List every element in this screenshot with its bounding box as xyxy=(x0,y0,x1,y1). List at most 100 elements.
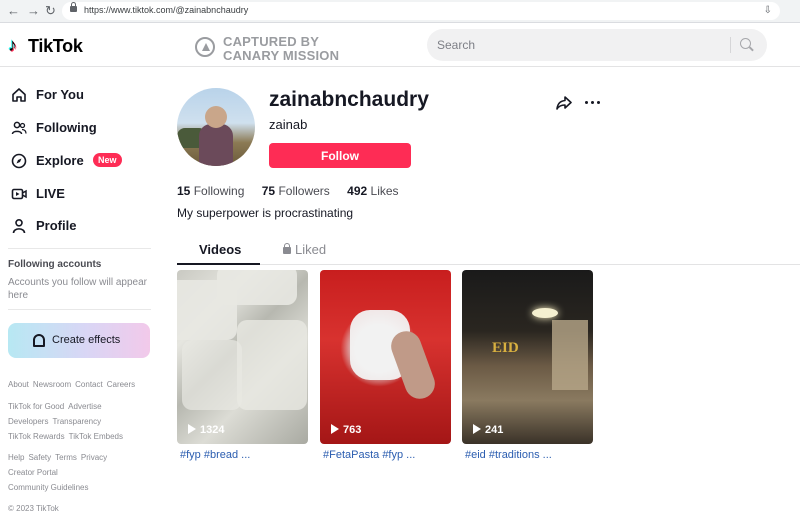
view-count: 763 xyxy=(331,424,361,436)
avatar[interactable] xyxy=(177,88,255,166)
search-divider xyxy=(730,37,731,53)
avatar-figure-head xyxy=(205,106,227,128)
browser-toolbar: ← → ↻ https://www.tiktok.com/@zainabncha… xyxy=(0,0,800,23)
sidebar-item-label: Profile xyxy=(36,218,77,233)
forward-arrow-icon[interactable]: → xyxy=(27,3,40,19)
person-icon xyxy=(12,219,26,234)
sidebar-item-label: LIVE xyxy=(36,186,65,201)
url-text[interactable]: https://www.tiktok.com/@zainabnchaudry xyxy=(84,5,248,15)
play-icon xyxy=(331,424,339,434)
profile-tabs: Videos Liked xyxy=(177,235,800,265)
search-input[interactable] xyxy=(437,29,727,61)
video-thumbnail[interactable]: EID 241 xyxy=(462,270,593,444)
stat-followers[interactable]: 75 Followers xyxy=(262,184,330,198)
profile-nickname: zainab xyxy=(269,117,308,132)
thumbnail-detail xyxy=(532,308,558,318)
view-count: 1324 xyxy=(188,424,224,436)
footer-links-row: Creator Portal xyxy=(8,468,62,477)
footer-link-tiktok-for-good[interactable]: TikTok for Good xyxy=(8,402,64,411)
share-icon[interactable] xyxy=(556,95,572,111)
site-header: ♪ TikTok CAPTURED BY CANARY MISSION xyxy=(0,23,800,67)
sidebar-item-following[interactable]: Following xyxy=(8,114,153,142)
footer-link-newsroom[interactable]: Newsroom xyxy=(33,380,71,389)
stat-label: Followers xyxy=(278,184,330,198)
footer-link-community-guidelines[interactable]: Community Guidelines xyxy=(8,483,88,492)
watermark-line1: CAPTURED BY xyxy=(223,34,320,49)
footer-link-tiktok-embeds[interactable]: TikTok Embeds xyxy=(69,432,123,441)
search-bar xyxy=(427,29,767,61)
tab-videos[interactable]: Videos xyxy=(199,242,241,257)
address-bar[interactable]: https://www.tiktok.com/@zainabnchaudry ⇩ xyxy=(62,2,780,20)
footer-link-advertise[interactable]: Advertise xyxy=(68,402,101,411)
stat-following[interactable]: 15 Following xyxy=(177,184,244,198)
more-options-icon[interactable] xyxy=(584,96,602,108)
video-thumbnail[interactable]: 763 xyxy=(320,270,451,444)
sidebar-item-label: For You xyxy=(36,87,84,102)
stat-likes: 492 Likes xyxy=(347,184,398,198)
footer-link-privacy[interactable]: Privacy xyxy=(81,453,107,462)
download-icon[interactable]: ⇩ xyxy=(764,5,772,16)
tiktok-note-icon: ♪ xyxy=(8,35,17,55)
footer-links-row: TikTok Rewards TikTok Embeds xyxy=(8,432,127,441)
sidebar-item-for-you[interactable]: For You xyxy=(8,81,153,109)
search-icon[interactable] xyxy=(739,37,755,53)
video-caption[interactable]: #FetaPasta #fyp ... xyxy=(323,449,415,461)
thumbnail-detail xyxy=(237,320,307,410)
footer-links-row: About Newsroom Contact Careers xyxy=(8,380,139,389)
lock-icon xyxy=(283,243,291,254)
footer-links-row: Developers Transparency xyxy=(8,417,105,426)
footer-link-about[interactable]: About xyxy=(8,380,29,389)
copyright: © 2023 TikTok xyxy=(8,504,59,513)
sidebar-divider xyxy=(8,309,151,310)
view-count-value: 1324 xyxy=(200,424,225,436)
sidebar-item-live[interactable]: LIVE xyxy=(8,180,153,208)
thumbnail-detail xyxy=(182,340,242,410)
footer-link-careers[interactable]: Careers xyxy=(107,380,135,389)
users-icon xyxy=(11,121,27,135)
footer-link-terms[interactable]: Terms xyxy=(55,453,77,462)
sidebar-item-label: Explore xyxy=(36,153,84,168)
tab-liked-label: Liked xyxy=(295,242,327,257)
sidebar-item-explore[interactable]: Explore New xyxy=(8,147,153,175)
watermark-line2: CANARY MISSION xyxy=(223,48,340,63)
thumbnail-detail xyxy=(552,320,588,390)
footer-link-tiktok-rewards[interactable]: TikTok Rewards xyxy=(8,432,65,441)
create-effects-label: Create effects xyxy=(52,334,121,346)
compass-icon xyxy=(11,153,27,169)
home-icon xyxy=(12,88,26,102)
stat-label: Likes xyxy=(370,184,399,198)
footer-links-row: TikTok for Good Advertise xyxy=(8,402,106,411)
tab-liked[interactable]: Liked xyxy=(283,242,326,257)
following-accounts-heading: Following accounts xyxy=(8,259,102,270)
footer-link-safety[interactable]: Safety xyxy=(28,453,51,462)
video-thumbnail[interactable]: 1324 xyxy=(177,270,308,444)
reload-icon[interactable]: ↻ xyxy=(45,3,56,19)
stat-value: 492 xyxy=(347,184,368,198)
profile-username: zainabnchaudry xyxy=(269,88,429,111)
logo-text: TikTok xyxy=(28,36,83,56)
video-caption[interactable]: #fyp #bread ... xyxy=(180,449,250,461)
footer-links-row: Help Safety Terms Privacy xyxy=(8,453,111,462)
stat-value: 15 xyxy=(177,184,191,198)
profile-bio: My superpower is procrastinating xyxy=(177,206,354,220)
video-caption[interactable]: #eid #traditions ... xyxy=(465,449,552,461)
sidebar-item-profile[interactable]: Profile xyxy=(8,212,153,240)
view-count-value: 241 xyxy=(485,424,504,436)
create-effects-button[interactable]: Create effects xyxy=(8,323,150,358)
footer-link-creator-portal[interactable]: Creator Portal xyxy=(8,468,58,477)
footer-link-transparency[interactable]: Transparency xyxy=(52,417,101,426)
thumbnail-detail xyxy=(217,270,297,305)
canary-mission-icon xyxy=(195,37,215,57)
sidebar: For You Following Explore New LIVE Profi… xyxy=(0,67,160,527)
footer-link-developers[interactable]: Developers xyxy=(8,417,48,426)
watermark: CAPTURED BY CANARY MISSION xyxy=(195,33,345,63)
stat-value: 75 xyxy=(261,184,276,198)
play-icon xyxy=(188,424,196,434)
footer-link-contact[interactable]: Contact xyxy=(75,380,103,389)
follow-button[interactable]: Follow xyxy=(269,143,411,168)
new-badge: New xyxy=(93,153,122,167)
footer-link-help[interactable]: Help xyxy=(8,453,24,462)
view-count: 241 xyxy=(473,424,503,436)
back-arrow-icon[interactable]: ← xyxy=(7,3,20,19)
effects-icon xyxy=(33,334,45,347)
